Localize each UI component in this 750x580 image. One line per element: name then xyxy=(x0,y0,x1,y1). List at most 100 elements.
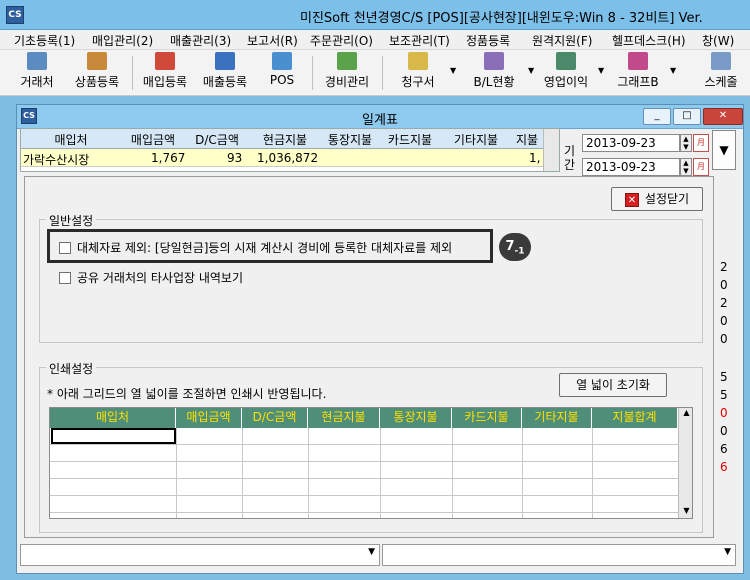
toolbar-separator xyxy=(312,56,313,90)
reset-column-width-button[interactable]: 열 넓이 초기화 xyxy=(559,373,667,397)
toolbar-customer-button[interactable]: 거래처 xyxy=(14,52,60,94)
checkbox[interactable] xyxy=(59,242,71,254)
grid-cell: 0 xyxy=(720,406,728,420)
graph-dropdown-icon[interactable]: ▼ xyxy=(670,66,676,75)
chevron-down-icon[interactable]: ▼ xyxy=(712,130,736,170)
print-header-cell[interactable]: 지불합계 xyxy=(592,408,678,428)
print-column-grid[interactable]: 매입처 매입금액 D/C금액 현금지불 통장지불 카드지불 기타지불 지불합계 xyxy=(49,407,693,519)
grid-header-cell[interactable]: D/C금액 xyxy=(187,131,247,148)
grid-header-cell[interactable]: 매입처 xyxy=(41,131,101,148)
menu-reports[interactable]: 보고서(R) xyxy=(247,32,298,49)
schedule-calendar-icon xyxy=(711,52,731,70)
date-from-input[interactable]: 2013-09-23 xyxy=(582,134,680,152)
print-header-cell[interactable]: 현금지불 xyxy=(308,408,380,428)
toolbar-graph-button[interactable]: 그래프B ▼ xyxy=(610,52,676,94)
print-header-cell[interactable]: 통장지불 xyxy=(380,408,452,428)
toolbar-expense-button[interactable]: 경비관리 xyxy=(318,52,376,94)
date-from-spinner[interactable]: ▲ ▼ xyxy=(680,134,692,152)
print-grid-scrollbar[interactable]: ▲ ▼ xyxy=(678,408,692,518)
print-header-cell[interactable]: 카드지불 xyxy=(452,408,522,428)
toolbar-separator xyxy=(382,56,383,90)
scroll-down-icon[interactable]: ▼ xyxy=(679,506,692,518)
grid-line xyxy=(50,495,678,496)
bottom-combo-left[interactable]: ▼ xyxy=(20,544,380,566)
chevron-down-icon[interactable]: ▼ xyxy=(724,547,731,557)
print-header-cell[interactable]: 매입처 xyxy=(50,408,176,428)
exclude-substitute-checkbox[interactable]: 대체자료 제외: [당일현금]등의 시재 계산시 경비에 등록한 대체자료를 제… xyxy=(59,239,452,257)
chevron-down-icon[interactable]: ▼ xyxy=(368,547,375,557)
toolbar-sales-entry-button[interactable]: 매출등록 xyxy=(196,52,254,94)
daily-report-grid[interactable]: 매입처 매입금액 D/C금액 현금지불 통장지불 카드지불 기타지불 지불 가락… xyxy=(20,128,560,172)
grid-cell: 1, xyxy=(529,151,541,165)
toolbar-purchase-entry-button[interactable]: 매입등록 xyxy=(136,52,194,94)
grid-cell: 0 xyxy=(720,424,728,438)
menu-sales[interactable]: 매출관리(3) xyxy=(170,32,231,49)
menu-auxiliary[interactable]: 보조관리(T) xyxy=(389,32,450,49)
grid-header-cell[interactable]: 카드지불 xyxy=(381,131,439,148)
selected-cell[interactable] xyxy=(51,428,176,444)
close-settings-button[interactable]: ✕ 설정닫기 xyxy=(611,187,703,211)
grid-header-cell[interactable]: 기타지불 xyxy=(445,131,507,148)
grid-line xyxy=(50,461,678,462)
grid-cell: 6 xyxy=(720,460,728,474)
date-to-calendar-button[interactable]: 月 xyxy=(693,158,709,176)
close-button[interactable]: ✕ xyxy=(703,108,743,125)
sales-entry-icon xyxy=(215,52,235,70)
checkbox[interactable] xyxy=(59,272,71,284)
profit-dropdown-icon[interactable]: ▼ xyxy=(598,66,604,75)
grid-cell: 5 xyxy=(720,388,728,402)
toolbar-pos-button[interactable]: POS xyxy=(262,52,302,94)
grid-cell: 0 xyxy=(720,314,728,328)
print-header-cell[interactable]: 매입금액 xyxy=(176,408,242,428)
grid-cell: 6 xyxy=(720,442,728,456)
grid-line xyxy=(452,428,453,518)
shared-customer-checkbox[interactable]: 공유 거래처의 타사업장 내역보기 xyxy=(59,269,243,287)
grid-header-cell[interactable]: 현금지불 xyxy=(251,131,319,148)
menu-basic-registration[interactable]: 기초등록(1) xyxy=(14,32,75,49)
menu-helpdesk[interactable]: 헬프데스크(H) xyxy=(612,32,686,49)
menu-orders[interactable]: 주문관리(O) xyxy=(310,32,373,49)
grid-cell: 0 xyxy=(720,332,728,346)
bl-status-dropdown-icon[interactable]: ▼ xyxy=(528,66,534,75)
maximize-button[interactable]: □ xyxy=(673,108,701,125)
period-selector: 기간 2013-09-23 ▲ ▼ 月 2013-09-23 ▲ ▼ 月 xyxy=(562,128,710,176)
toolbar-invoice-button[interactable]: 청구서 ▼ xyxy=(388,52,456,94)
grid-header-cell[interactable]: 매입금액 xyxy=(121,131,185,148)
date-from-calendar-button[interactable]: 月 xyxy=(693,134,709,152)
minimize-button[interactable]: _ xyxy=(643,108,671,125)
menu-purchase[interactable]: 매입관리(2) xyxy=(92,32,153,49)
bar-chart-icon xyxy=(628,52,648,70)
toolbar-bl-status-button[interactable]: B/L현황 ▼ xyxy=(462,52,534,94)
grid-cell: 93 xyxy=(227,151,243,165)
toolbar-product-button[interactable]: 상품등록 xyxy=(66,52,128,94)
grid-line xyxy=(242,428,243,518)
invoice-dropdown-icon[interactable]: ▼ xyxy=(450,66,456,75)
window-title: 미진Soft 천년경영C/S [POS][공사현장][내윈도우:Win 8 - … xyxy=(300,11,703,26)
bottom-combo-right[interactable]: ▼ xyxy=(382,544,736,566)
menu-window[interactable]: 창(W) xyxy=(702,32,734,49)
menu-license[interactable]: 정품등록 xyxy=(466,32,510,49)
grid-header-cell[interactable]: 통장지불 xyxy=(321,131,379,148)
grid-line xyxy=(50,512,678,513)
close-icon: ✕ xyxy=(624,192,639,207)
toolbar-schedule-button[interactable]: 스케줄 xyxy=(696,52,746,94)
grid-line xyxy=(592,428,593,518)
grid-cell: 가락수산시장 xyxy=(23,153,90,167)
date-to-input[interactable]: 2013-09-23 xyxy=(582,158,680,176)
grid-line xyxy=(50,478,678,479)
grid-cell: 2 xyxy=(720,296,728,310)
invoice-icon xyxy=(408,52,428,70)
print-header-cell[interactable]: D/C금액 xyxy=(242,408,308,428)
print-header-cell[interactable]: 기타지불 xyxy=(522,408,592,428)
period-label: 기간 xyxy=(564,144,576,172)
cs-app-icon[interactable]: CS xyxy=(6,6,24,24)
title-bar: CS 미진Soft 천년경영C/S [POS][공사현장][내윈도우:Win 8… xyxy=(0,0,750,30)
menu-remote-support[interactable]: 원격지원(F) xyxy=(532,32,592,49)
table-row[interactable]: 가락수산시장 1,767 93 1,036,872 1, xyxy=(21,149,559,167)
grid-scrollbar[interactable] xyxy=(543,129,559,171)
grid-header-cell[interactable]: 지불 xyxy=(513,131,541,148)
scroll-up-icon[interactable]: ▲ xyxy=(679,408,692,422)
calendar-icon xyxy=(484,52,504,70)
toolbar-profit-button[interactable]: 영업이익 ▼ xyxy=(536,52,604,94)
date-to-spinner[interactable]: ▲ ▼ xyxy=(680,158,692,176)
